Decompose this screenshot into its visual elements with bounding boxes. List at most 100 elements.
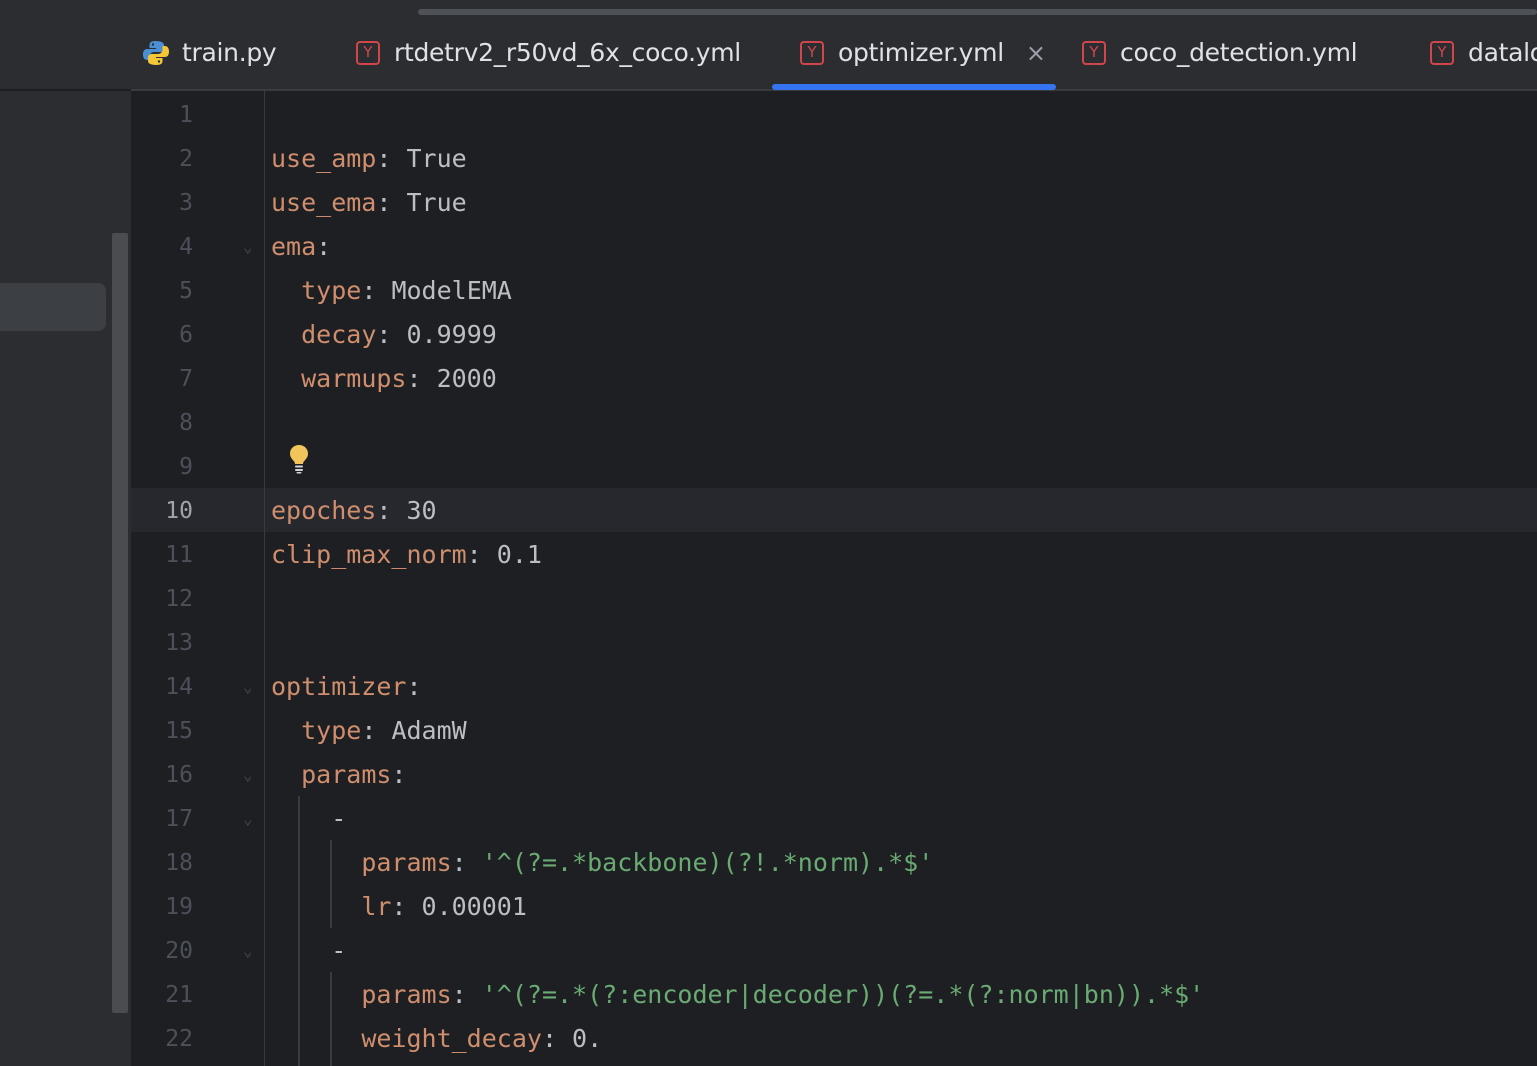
lightbulb-icon[interactable] bbox=[288, 444, 310, 474]
yaml-value: - bbox=[331, 936, 347, 965]
yaml-value: 0.9999 bbox=[406, 320, 497, 349]
tab-train-py[interactable]: train.py bbox=[142, 16, 277, 89]
yaml-file-icon: Y bbox=[1430, 40, 1454, 65]
tab-label: datalo bbox=[1468, 38, 1537, 67]
code-text: ema: bbox=[271, 225, 331, 269]
code-text: clip_max_norm: 0.1 bbox=[271, 533, 542, 577]
code-text: optimizer: bbox=[271, 665, 422, 709]
code-line[interactable]: 7 warmups: 2000 bbox=[131, 357, 1537, 401]
code-line[interactable]: 16 ⌄ params: bbox=[131, 753, 1537, 797]
line-number: 2 bbox=[179, 146, 193, 172]
code-line[interactable]: 13 bbox=[131, 621, 1537, 665]
yaml-key: lr bbox=[361, 892, 392, 921]
line-number: 22 bbox=[165, 1026, 193, 1052]
tab-optimizer-yml[interactable]: Y optimizer.yml × bbox=[800, 16, 1046, 89]
code-line[interactable]: 1 bbox=[131, 93, 1537, 137]
code-text: use_amp: True bbox=[271, 137, 467, 181]
yaml-value: True bbox=[406, 144, 467, 173]
code-text: use_ema: True bbox=[271, 181, 467, 225]
line-number: 21 bbox=[165, 982, 193, 1008]
yaml-separator: : bbox=[391, 892, 422, 921]
panel-divider bbox=[0, 89, 131, 91]
code-text: - bbox=[271, 797, 346, 841]
code-line[interactable]: 2 use_amp: True bbox=[131, 137, 1537, 181]
code-line[interactable]: 5 type: ModelEMA bbox=[131, 269, 1537, 313]
editor-tab-bar: train.py Y rtdetrv2_r50vd_6x_coco.yml Y … bbox=[131, 0, 1537, 89]
code-text: decay: 0.9999 bbox=[271, 313, 497, 357]
code-line[interactable]: 8 bbox=[131, 401, 1537, 445]
line-number: 1 bbox=[179, 102, 193, 128]
indent-guide bbox=[330, 972, 332, 1066]
code-line[interactable]: 10 epoches: 30 bbox=[131, 489, 1537, 533]
code-text: type: ModelEMA bbox=[271, 269, 512, 313]
yaml-value: 0.00001 bbox=[421, 892, 527, 921]
code-line[interactable]: 4 ⌄ ema: bbox=[131, 225, 1537, 269]
yaml-separator: : bbox=[541, 1024, 573, 1053]
code-text: - bbox=[271, 929, 346, 973]
code-text: params: '^(?=.*backbone)(?!.*norm).*$' bbox=[271, 841, 933, 885]
yaml-separator: : bbox=[376, 188, 407, 217]
line-number: 20 bbox=[165, 938, 193, 964]
code-text: epoches: 30 bbox=[271, 489, 437, 533]
code-line[interactable]: 14 ⌄ optimizer: bbox=[131, 665, 1537, 709]
yaml-key: params bbox=[361, 848, 452, 877]
yaml-key: weight_decay bbox=[361, 1024, 542, 1053]
code-line[interactable]: 11 clip_max_norm: 0.1 bbox=[131, 533, 1537, 577]
fold-chevron-icon[interactable]: ⌄ bbox=[243, 225, 253, 269]
line-number: 13 bbox=[165, 630, 193, 656]
yaml-key: optimizer bbox=[271, 672, 407, 701]
close-tab-icon[interactable]: × bbox=[1026, 39, 1046, 67]
yaml-string: '^(?=.*backbone)(?!.*norm).*$' bbox=[481, 848, 934, 877]
yaml-key: params bbox=[301, 760, 392, 789]
fold-chevron-icon[interactable]: ⌄ bbox=[243, 797, 253, 841]
line-number: 15 bbox=[165, 718, 193, 744]
line-number: 18 bbox=[165, 850, 193, 876]
line-number: 19 bbox=[165, 894, 193, 920]
yaml-separator: : bbox=[406, 672, 422, 701]
yaml-value: True bbox=[406, 188, 467, 217]
tab-dataloader[interactable]: Y datalo bbox=[1430, 16, 1537, 89]
yaml-separator: : bbox=[451, 848, 482, 877]
code-line[interactable]: 3 use_ema: True bbox=[131, 181, 1537, 225]
code-text: lr: 0.00001 bbox=[271, 885, 527, 929]
fold-chevron-icon[interactable]: ⌄ bbox=[243, 929, 253, 973]
yaml-key: type bbox=[301, 276, 362, 305]
tab-coco-detection[interactable]: Y coco_detection.yml bbox=[1082, 16, 1358, 89]
fold-chevron-icon[interactable]: ⌄ bbox=[243, 665, 253, 709]
tab-bar-scrollbar[interactable] bbox=[418, 9, 1537, 15]
code-line[interactable]: 21 params: '^(?=.*(?:encoder|decoder))(?… bbox=[131, 973, 1537, 1017]
line-number: 14 bbox=[165, 674, 193, 700]
code-line[interactable]: 15 type: AdamW bbox=[131, 709, 1537, 753]
code-line[interactable]: 9 bbox=[131, 445, 1537, 489]
fold-chevron-icon[interactable]: ⌄ bbox=[243, 753, 253, 797]
yaml-value: ModelEMA bbox=[391, 276, 512, 305]
yaml-file-icon: Y bbox=[1082, 40, 1106, 65]
code-line[interactable]: 12 bbox=[131, 577, 1537, 621]
project-panel-scrollbar[interactable] bbox=[112, 233, 128, 1013]
code-line[interactable]: 17 ⌄ - bbox=[131, 797, 1537, 841]
yaml-separator: : bbox=[406, 364, 437, 393]
yaml-key: type bbox=[301, 716, 362, 745]
line-number: 9 bbox=[179, 454, 193, 480]
line-number: 8 bbox=[179, 410, 193, 436]
tab-rtdetrv2-config[interactable]: Y rtdetrv2_r50vd_6x_coco.yml bbox=[356, 16, 741, 89]
code-line[interactable]: 20 ⌄ - bbox=[131, 929, 1537, 973]
project-tree-selected-item[interactable] bbox=[0, 283, 106, 331]
line-number: 12 bbox=[165, 586, 193, 612]
yaml-string: '^(?=.*(?:encoder|decoder))(?=.*(?:norm|… bbox=[481, 980, 1205, 1009]
code-line[interactable]: 6 decay: 0.9999 bbox=[131, 313, 1537, 357]
yaml-key: use_amp bbox=[271, 144, 377, 173]
yaml-separator: : bbox=[361, 276, 392, 305]
code-line[interactable]: 18 params: '^(?=.*backbone)(?!.*norm).*$… bbox=[131, 841, 1537, 885]
code-line[interactable]: 19 lr: 0.00001 bbox=[131, 885, 1537, 929]
yaml-value: - bbox=[331, 804, 347, 833]
code-line[interactable]: 22 weight_decay: 0. bbox=[131, 1017, 1537, 1061]
